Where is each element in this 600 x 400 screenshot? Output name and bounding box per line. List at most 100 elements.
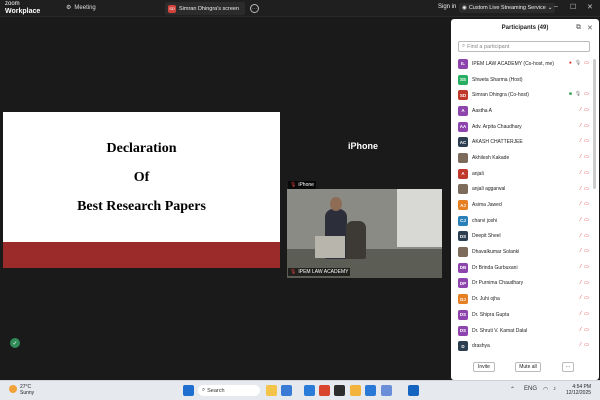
participant-row[interactable]: AA Adv. Arpita Chaudhary ⁄ ▭ (451, 119, 599, 135)
teams-icon[interactable] (381, 385, 392, 396)
taskbar-clock[interactable]: 4:54 PM 12/12/2025 (566, 384, 591, 396)
avatar: A (458, 168, 468, 179)
search-input[interactable]: ⌕ Find a participant (458, 41, 590, 52)
video-off-icon: ▭ (584, 201, 589, 208)
video-off-icon: ▭ (584, 232, 589, 239)
participant-row[interactable]: AC AKASH CHATTERJEE ⁄ ▭ (451, 134, 599, 150)
meeting-label: Meeting (74, 4, 96, 11)
podium (315, 236, 345, 258)
video-off-icon: ▭ (584, 91, 589, 98)
participant-name: Akhilesh Kakade (472, 154, 510, 161)
participant-row[interactable]: DS Deepit Sheel ⁄ ▭ (451, 229, 599, 245)
mic-muted-icon: ⁄ (580, 263, 582, 270)
participant-status-icons: ⁄ ▭ (580, 107, 589, 114)
maximize-icon[interactable]: ☐ (570, 3, 576, 11)
mute-all-button[interactable]: Mute all (515, 362, 541, 372)
participant-row[interactable]: DP Dr Purnima Chaudhary ⁄ ▭ (451, 276, 599, 292)
slide-title-line3: Best Research Papers (77, 199, 206, 214)
chevron-down-icon: ⌄ (547, 5, 553, 11)
participant-row[interactable]: Ddrashya ⁄ ▭ (451, 338, 599, 354)
taskbar-search[interactable]: ⌕ Search (198, 385, 260, 396)
security-shield-icon[interactable]: ✓ (10, 338, 20, 348)
more-icon[interactable]: ··· (250, 4, 259, 13)
video-off-icon: ▭ (584, 311, 589, 317)
avatar: DS (458, 325, 468, 336)
popout-icon[interactable]: ⧉ (576, 24, 581, 32)
participant-row[interactable]: A Aastha A ⁄ ▭ (451, 103, 599, 119)
zoom-app-icon[interactable] (408, 385, 419, 396)
participant-status-icons: ⁄ ▭ (580, 264, 589, 271)
participant-name: Shweta Sharma (Host) (472, 76, 523, 83)
participant-row[interactable]: Akhilesh Kakade ⁄ ▭ (451, 150, 599, 166)
close-icon[interactable]: ✕ (587, 3, 593, 11)
participant-status-icons: ⁄ ▭ (580, 248, 589, 255)
participant-row[interactable]: anjali aggarwal ⁄ ▭ (451, 182, 599, 198)
participant-row[interactable]: IL IPEM LAW ACADEMY (Co-host, me) ● 🎙 ▭ (451, 56, 599, 72)
weather-widget[interactable]: 27°C Sunny (9, 384, 34, 396)
sun-icon (9, 385, 17, 393)
more-button[interactable]: ··· (562, 362, 574, 372)
avatar: A (458, 105, 468, 116)
chevron-up-icon[interactable]: ⌃ (510, 386, 515, 393)
participant-row[interactable]: SS Shweta Sharma (Host) (451, 72, 599, 88)
participant-name: Dr. Juhi ojha (472, 296, 500, 303)
participant-row[interactable]: SD Simran Dhingra (Co-host) ■ 🎙 ▭ (451, 87, 599, 103)
iphone-tag-label: iPhone (298, 182, 314, 188)
participant-row[interactable]: CJ charvi joshi ⁄ ▭ (451, 213, 599, 229)
broadcast-icon: ◉ (462, 5, 467, 11)
sign-in-button[interactable]: Sign in (438, 4, 456, 10)
participant-row[interactable]: DS Dr. Shruti V. Kamat Dalal ⁄ ▭ (451, 323, 599, 339)
edge-icon[interactable] (304, 385, 315, 396)
close-panel-icon[interactable]: ✕ (587, 24, 593, 32)
avatar (458, 184, 468, 195)
minimize-icon[interactable]: – (554, 3, 558, 10)
participant-name: drashya (472, 343, 490, 350)
start-icon[interactable] (183, 385, 194, 396)
participant-name: Adv. Arpita Chaudhary (472, 123, 522, 130)
shared-screen-tab[interactable]: SD Simran Dhingra's screen (165, 2, 245, 15)
participant-row[interactable]: Aanjali ⁄ ▭ (451, 166, 599, 182)
video-off-icon: ▭ (584, 169, 589, 176)
participant-name: Dr Brinda Gurbuxani (472, 264, 518, 271)
video-off-icon: ▭ (584, 154, 589, 161)
volume-icon[interactable]: ♪ (553, 386, 556, 392)
task-view-icon[interactable] (281, 385, 292, 396)
participant-row[interactable]: DS Dr. Shipra Gupta ⁄ ▭ (451, 307, 599, 323)
scrollbar[interactable] (593, 59, 596, 189)
participant-row[interactable]: AJ Asima Jawed ⁄ ▭ (451, 197, 599, 213)
whiteboard (397, 189, 442, 247)
file-explorer-icon[interactable] (266, 385, 277, 396)
participant-status-icons: ⁄ ▭ (580, 342, 589, 349)
chrome-icon[interactable] (319, 385, 330, 396)
search-placeholder: Find a participant (467, 43, 510, 50)
zoom-logo: zoom Workplace (5, 1, 40, 15)
slide-title-line2: Of (133, 170, 150, 185)
video-off-icon: ▭ (584, 248, 589, 255)
live-streaming-button[interactable]: ◉ Custom Live Streaming Service ⌄ (459, 3, 556, 13)
participant-row[interactable]: DB Dr Brinda Gurbuxani ⁄ ▭ (451, 260, 599, 276)
mic-muted-icon: 🎙 (290, 182, 297, 188)
mic-muted-icon: ⁄ (580, 154, 582, 161)
participant-row[interactable]: DJ Dr. Juhi ojha ⁄ ▭ (451, 291, 599, 307)
invite-button[interactable]: Invite (473, 362, 495, 372)
participant-row[interactable]: Dhavalkumar Solanki ⁄ ▭ (451, 244, 599, 260)
store-icon[interactable] (334, 385, 345, 396)
language-icon[interactable]: ENG (524, 386, 537, 392)
participant-status-icons: ⁄ ▭ (580, 154, 589, 161)
mic-muted-icon: ⁄ (580, 169, 582, 176)
clock-date: 12/12/2025 (566, 390, 592, 396)
video-tile[interactable] (287, 189, 442, 278)
participant-list[interactable]: IL IPEM LAW ACADEMY (Co-host, me) ● 🎙 ▭ SS Shw… (451, 56, 599, 358)
taskbar-search-label: Search (207, 387, 225, 394)
avatar: CJ (458, 215, 468, 226)
folder-icon[interactable] (350, 385, 361, 396)
meeting-button[interactable]: ⚙ Meeting (66, 4, 96, 12)
avatar: SS (458, 74, 468, 85)
participant-status-icons: ⁄ ▭ (580, 138, 589, 145)
wifi-icon[interactable]: ◠ (543, 386, 548, 393)
logo-line1: zoom (5, 1, 20, 7)
participant-status-icons: ● 🎙 ▭ (569, 60, 589, 67)
video-off-icon: ▭ (584, 326, 589, 333)
slide-footer-band (3, 242, 280, 268)
outlook-icon[interactable] (365, 385, 376, 396)
